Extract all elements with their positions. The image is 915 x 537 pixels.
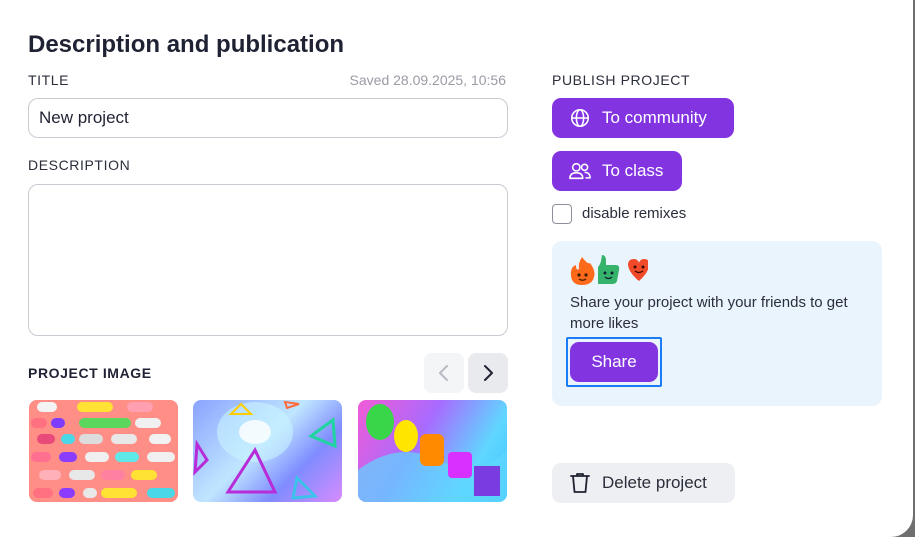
saved-timestamp: Saved 28.09.2025, 10:56 [349, 72, 506, 88]
to-class-button[interactable]: To class [552, 151, 682, 191]
users-icon [568, 159, 592, 183]
chevron-right-icon [484, 365, 493, 381]
chevron-left-icon [439, 365, 448, 381]
project-image-label: PROJECT IMAGE [28, 365, 152, 381]
thumbnail-capsules[interactable] [29, 400, 178, 502]
fire-emoji-icon [570, 257, 595, 285]
disable-remixes-label: disable remixes [582, 205, 687, 222]
to-community-button[interactable]: To community [552, 98, 734, 138]
disable-remixes-checkbox[interactable] [552, 204, 572, 224]
globe-icon [568, 106, 592, 130]
to-class-label: To class [602, 161, 664, 180]
thumbs-up-emoji-icon [598, 255, 620, 284]
reaction-emojis [568, 253, 650, 287]
thumbnail-neon-shapes[interactable] [193, 400, 342, 502]
image-next-button[interactable] [468, 353, 508, 393]
publish-project-label: PUBLISH PROJECT [552, 72, 691, 88]
heart-emoji-icon [628, 259, 650, 281]
publication-dialog: Description and publication TITLE Saved … [0, 0, 913, 537]
to-community-label: To community [602, 108, 707, 127]
description-textarea[interactable] [28, 184, 508, 336]
delete-project-button[interactable]: Delete project [552, 463, 735, 503]
title-label: TITLE [28, 72, 70, 88]
image-prev-button[interactable] [424, 353, 464, 393]
dialog-title: Description and publication [28, 31, 345, 58]
delete-project-label: Delete project [602, 473, 707, 492]
share-card: Share your project with your friends to … [552, 241, 882, 406]
title-input[interactable]: New project [28, 98, 508, 138]
trash-icon [568, 471, 592, 495]
share-button[interactable]: Share [570, 342, 658, 382]
thumbnail-gradient-shapes[interactable] [358, 400, 507, 502]
description-label: DESCRIPTION [28, 157, 131, 173]
share-description: Share your project with your friends to … [570, 294, 848, 332]
